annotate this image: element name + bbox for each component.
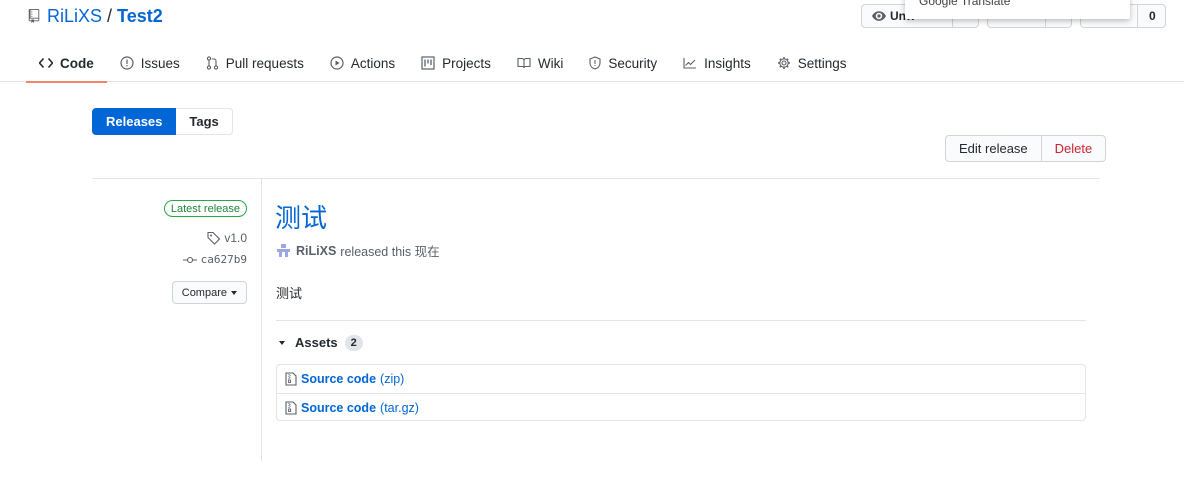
- tab-projects[interactable]: Projects: [408, 44, 504, 82]
- asset-label: Source code: [301, 400, 377, 415]
- google-translate-popup[interactable]: Google Translate: [905, 0, 1130, 19]
- assets-list: Source code (zip) Source code (tar.gz): [276, 364, 1086, 421]
- code-icon: [39, 57, 53, 69]
- avatar[interactable]: [276, 243, 291, 258]
- tab-pull-requests-label: Pull requests: [225, 55, 304, 71]
- tab-insights[interactable]: Insights: [670, 44, 764, 82]
- repo-separator: /: [107, 5, 113, 26]
- assets-divider: [276, 320, 1086, 321]
- repo-name-link[interactable]: Test2: [117, 6, 163, 27]
- assets-heading: Assets: [295, 335, 338, 350]
- asset-ext: (zip): [380, 372, 405, 386]
- release-time: released this 现在: [340, 245, 440, 259]
- release-commit[interactable]: ca627b9: [182, 253, 247, 266]
- tab-code[interactable]: Code: [26, 44, 107, 83]
- asset-item[interactable]: Source code (tar.gz): [277, 393, 1085, 421]
- tab-actions-label: Actions: [350, 55, 396, 71]
- tab-security[interactable]: Security: [576, 44, 670, 82]
- tab-pull-requests[interactable]: Pull requests: [193, 44, 317, 82]
- tab-issues[interactable]: Issues: [107, 44, 193, 82]
- tab-wiki[interactable]: Wiki: [504, 44, 577, 82]
- project-icon: [421, 56, 435, 70]
- compare-label: Compare: [181, 286, 227, 299]
- tab-actions[interactable]: Actions: [317, 44, 408, 82]
- tab-settings-label: Settings: [797, 55, 847, 71]
- release-actions: Edit release Delete: [945, 135, 1107, 162]
- tab-wiki-label: Wiki: [537, 55, 564, 71]
- triangle-down-icon: [279, 340, 285, 345]
- repo-owner-link[interactable]: RiLiXS: [47, 6, 102, 27]
- asset-ext: (tar.gz): [380, 400, 419, 415]
- repo-header: RiLiXS / Test2 Unw 0 Google Translate Co…: [0, 0, 1184, 83]
- file-zip-icon: [285, 372, 297, 386]
- tab-security-label: Security: [608, 55, 658, 71]
- release-tag-label: v1.0: [224, 231, 247, 245]
- chevron-down-icon: [231, 290, 237, 295]
- asset-label: Source code: [301, 372, 377, 386]
- tab-insights-label: Insights: [704, 55, 751, 71]
- compare-button[interactable]: Compare: [171, 281, 247, 304]
- fork-count[interactable]: 0: [1149, 9, 1156, 23]
- pull-request-icon: [206, 56, 218, 70]
- release-description: 测试: [276, 286, 303, 301]
- commit-icon: [182, 256, 197, 263]
- assets-toggle[interactable]: Assets 2: [276, 334, 363, 351]
- issue-icon: [120, 56, 134, 70]
- release-title[interactable]: 测试: [275, 202, 327, 234]
- tab-settings[interactable]: Settings: [764, 44, 860, 82]
- fork-divider: [1137, 5, 1138, 27]
- file-zip-icon: [285, 400, 297, 415]
- tab-code-label: Code: [60, 55, 94, 71]
- delete-release-button[interactable]: Delete: [1041, 135, 1107, 162]
- asset-item[interactable]: Source code (zip): [277, 365, 1085, 393]
- assets-count: 2: [344, 334, 363, 351]
- play-icon: [330, 56, 344, 70]
- release-byline: RiLiXS released this 现在: [276, 242, 440, 259]
- gear-icon: [777, 57, 790, 69]
- release-meta: Latest release v1.0 ca627b9 Compare: [92, 179, 262, 461]
- edit-release-button[interactable]: Edit release: [945, 135, 1042, 162]
- repo-title: RiLiXS / Test2: [28, 4, 163, 28]
- subnav-releases[interactable]: Releases: [92, 108, 177, 135]
- tab-issues-label: Issues: [140, 55, 180, 71]
- tag-icon: [207, 231, 221, 245]
- graph-icon: [683, 58, 697, 69]
- shield-icon: [589, 56, 601, 70]
- repo-icon: [28, 9, 40, 23]
- subnav-tags[interactable]: Tags: [176, 108, 233, 135]
- release-tag[interactable]: v1.0: [207, 231, 247, 245]
- latest-release-badge: Latest release: [163, 200, 247, 217]
- eye-icon: [872, 11, 886, 21]
- repo-tabs: Code Issues Pull requests Actions Projec…: [26, 44, 860, 83]
- release-author[interactable]: RiLiXS: [296, 244, 336, 258]
- book-icon: [517, 57, 531, 69]
- release-commit-label: ca627b9: [200, 253, 247, 266]
- tab-projects-label: Projects: [442, 55, 491, 71]
- google-translate-label: Google Translate: [919, 0, 1011, 8]
- releases-subnav: Releases Tags: [92, 108, 233, 135]
